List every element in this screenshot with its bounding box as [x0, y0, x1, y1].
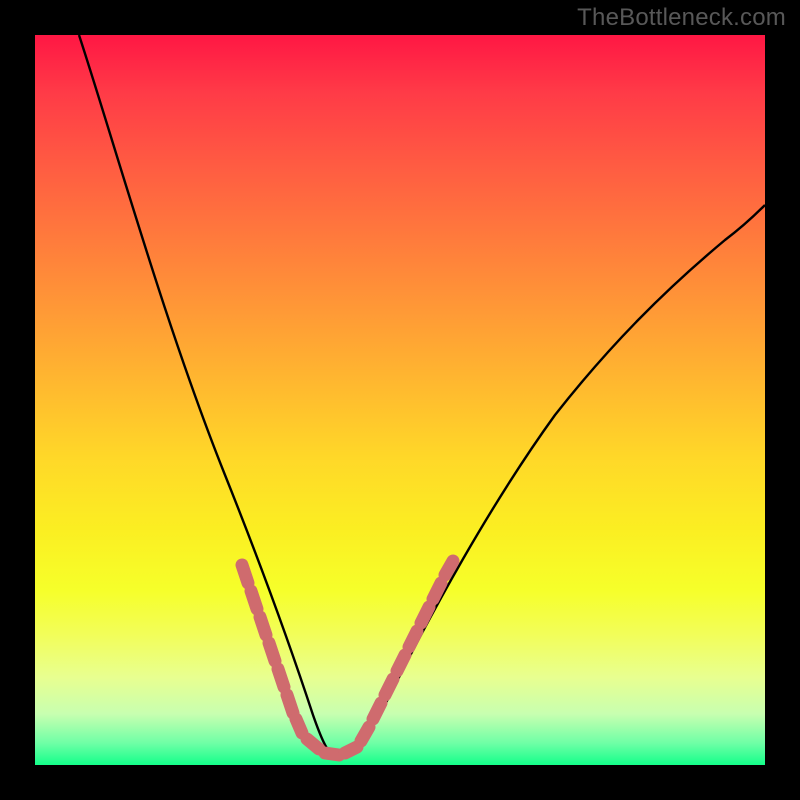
highlight-bottom [307, 739, 357, 755]
highlight-segment-right [361, 561, 453, 741]
bottleneck-curve [79, 35, 765, 758]
highlight-segment-left [242, 565, 302, 733]
watermark-text: TheBottleneck.com [577, 4, 786, 32]
curve-overlay [35, 35, 765, 765]
chart-frame: TheBottleneck.com [0, 0, 800, 800]
